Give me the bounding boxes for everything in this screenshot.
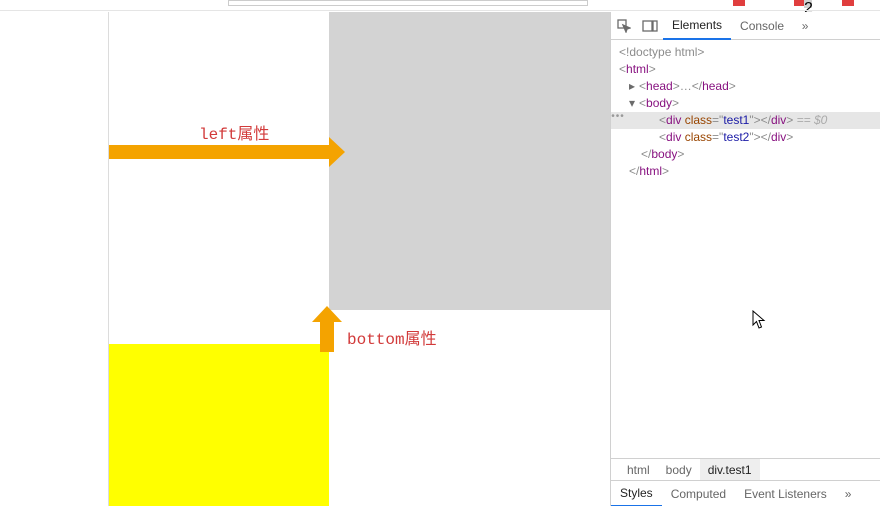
rendered-test1-box[interactable] — [329, 12, 611, 310]
tab-styles[interactable]: Styles — [611, 481, 662, 506]
breadcrumb-selected[interactable]: div.test1 — [700, 459, 760, 481]
annotation-left-arrow — [109, 145, 329, 159]
dom-node[interactable]: <div class="test2"></div> — [619, 129, 880, 146]
more-styles-tabs-icon[interactable]: » — [836, 481, 861, 506]
annotation-bottom-label: bottom属性 — [347, 325, 437, 349]
toolbar-icon — [733, 0, 745, 6]
annotation-left-label: left属性 — [199, 120, 269, 144]
rendered-test2-box[interactable] — [109, 344, 329, 506]
inspect-element-icon[interactable] — [611, 12, 637, 40]
dom-breadcrumb: html body div.test1 — [611, 458, 880, 480]
browser-toolbar: 2 — [0, 0, 880, 12]
devtools-tabbar: Elements Console » — [611, 12, 880, 40]
more-tabs-icon[interactable]: » — [793, 19, 817, 33]
toolbar-icon — [842, 0, 854, 6]
page-viewport: left属性 bottom属性 — [108, 12, 610, 506]
styles-tabbar: Styles Computed Event Listeners » — [611, 480, 880, 506]
breadcrumb-html[interactable]: html — [619, 459, 658, 481]
tab-elements[interactable]: Elements — [663, 12, 731, 40]
tab-console[interactable]: Console — [731, 12, 793, 40]
toolbar-badge: 2 — [804, 0, 812, 8]
dom-doctype: <!doctype html> — [619, 45, 704, 59]
dom-tree[interactable]: <!doctype html> <html> ▸<head>…</head> ▾… — [611, 40, 880, 446]
root: 2 left属性 bottom属性 Ele — [0, 0, 880, 506]
tab-computed[interactable]: Computed — [662, 481, 735, 506]
url-field[interactable] — [228, 0, 588, 6]
devtools-panel: Elements Console » <!doctype html> <html… — [610, 12, 880, 506]
dom-node-selected[interactable]: <div class="test1"></div> == $0 — [611, 112, 880, 129]
breadcrumb-body[interactable]: body — [658, 459, 700, 481]
tab-event-listeners[interactable]: Event Listeners — [735, 481, 836, 506]
annotation-bottom-arrow — [320, 322, 334, 352]
device-toolbar-icon[interactable] — [637, 12, 663, 40]
ellipsis-icon[interactable]: ••• — [611, 108, 625, 125]
